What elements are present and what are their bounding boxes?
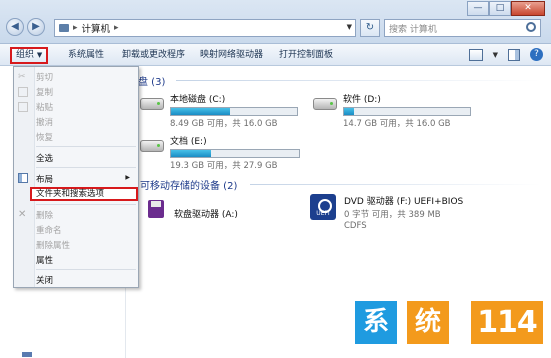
dvd-drive[interactable]: UEFI DVD 驱动器 (F:) UEFI+BIOS 0 字节 可用，共 38… bbox=[310, 194, 463, 231]
menu-item-cut[interactable]: 剪切 bbox=[36, 71, 53, 83]
floppy-drive[interactable]: 软盘驱动器 (A:) bbox=[144, 198, 238, 220]
map-drive-button[interactable]: 映射网络驱动器 bbox=[196, 48, 267, 63]
menu-item-folder-options[interactable]: 文件夹和搜索选项 bbox=[30, 187, 138, 201]
search-icon bbox=[526, 22, 536, 32]
computer-icon bbox=[59, 24, 69, 32]
menu-item-close[interactable]: 关闭 bbox=[36, 274, 53, 286]
hard-drive-icon bbox=[140, 134, 164, 156]
breadcrumb-computer[interactable]: 计算机 bbox=[82, 21, 111, 35]
menu-item-copy[interactable]: 复制 bbox=[36, 86, 53, 98]
drive-info: 19.3 GB 可用，共 27.9 GB bbox=[170, 161, 278, 171]
title-bar: ◀ ▶ — □ ✕ ▸ 计算机 ▸ ▼ ↻ 搜索 计算机 bbox=[0, 0, 551, 44]
search-input[interactable]: 搜索 计算机 bbox=[384, 19, 541, 37]
watermark-tile: 114 bbox=[471, 301, 543, 344]
preview-pane-icon[interactable] bbox=[508, 48, 520, 61]
minimize-button[interactable]: — bbox=[467, 1, 489, 16]
control-panel-button[interactable]: 打开控制面板 bbox=[275, 48, 337, 63]
menu-item-remove-properties[interactable]: 删除属性 bbox=[36, 239, 70, 251]
uninstall-button[interactable]: 卸载或更改程序 bbox=[118, 48, 189, 63]
drive-name: 本地磁盘 (C:) bbox=[170, 95, 226, 105]
drive-name: 软盘驱动器 (A:) bbox=[174, 210, 238, 220]
menu-item-layout[interactable]: 布局 bbox=[36, 173, 53, 185]
search-placeholder: 搜索 计算机 bbox=[389, 24, 437, 35]
drive-filesystem: CDFS bbox=[344, 221, 367, 231]
chevron-down-icon: ▼ bbox=[36, 51, 43, 59]
drive-c[interactable]: 本地磁盘 (C:) 8.49 GB 可用，共 16.0 GB bbox=[140, 92, 298, 129]
menu-separator bbox=[36, 167, 136, 168]
floppy-drive-icon bbox=[144, 198, 168, 220]
chevron-right-icon: ▶ bbox=[125, 174, 130, 181]
section-title-removable: 可移动存储的设备 (2) bbox=[140, 181, 238, 192]
back-button[interactable]: ◀ bbox=[6, 18, 24, 36]
breadcrumb-separator: ▸ bbox=[73, 23, 78, 33]
view-controls: ▼ ? bbox=[468, 48, 543, 61]
drive-info: 8.49 GB 可用，共 16.0 GB bbox=[170, 119, 278, 129]
dvd-drive-icon: UEFI bbox=[310, 194, 338, 222]
drive-usage-bar bbox=[170, 107, 298, 116]
drive-e[interactable]: 文档 (E:) 19.3 GB 可用，共 27.9 GB bbox=[140, 134, 300, 171]
section-divider bbox=[250, 184, 541, 185]
change-view-icon[interactable] bbox=[468, 48, 483, 61]
organize-button[interactable]: 组织 ▼ bbox=[10, 47, 49, 64]
watermark-tile: 统 bbox=[407, 301, 449, 344]
drive-info: 14.7 GB 可用，共 16.0 GB bbox=[343, 119, 451, 129]
menu-separator bbox=[36, 146, 136, 147]
drive-name: 文档 (E:) bbox=[170, 137, 207, 147]
organize-label: 组织 bbox=[16, 50, 35, 60]
drive-name: DVD 驱动器 (F:) UEFI+BIOS bbox=[344, 197, 464, 207]
hard-drive-icon bbox=[313, 92, 337, 114]
hard-drive-icon bbox=[140, 92, 164, 114]
help-icon[interactable]: ? bbox=[530, 48, 543, 61]
menu-item-paste[interactable]: 粘贴 bbox=[36, 101, 53, 113]
menu-separator bbox=[36, 204, 136, 205]
network-icon bbox=[22, 352, 32, 357]
refresh-button[interactable]: ↻ bbox=[360, 19, 380, 37]
section-title-hdd: 盘 (3) bbox=[138, 77, 166, 88]
drive-d[interactable]: 软件 (D:) 14.7 GB 可用，共 16.0 GB bbox=[313, 92, 471, 129]
drive-name: 软件 (D:) bbox=[343, 95, 381, 105]
drive-usage-bar bbox=[343, 107, 471, 116]
address-bar[interactable]: ▸ 计算机 ▸ ▼ bbox=[54, 19, 356, 37]
chevron-down-icon[interactable]: ▼ bbox=[347, 23, 352, 31]
layout-icon bbox=[18, 173, 28, 183]
window-controls: — □ ✕ bbox=[467, 1, 545, 17]
forward-button[interactable]: ▶ bbox=[27, 18, 45, 36]
breadcrumb-separator[interactable]: ▸ bbox=[114, 23, 119, 33]
menu-item-undo[interactable]: 撤消 bbox=[36, 116, 53, 128]
menu-item-select-all[interactable]: 全选 bbox=[36, 152, 53, 164]
delete-icon: ✕ bbox=[18, 209, 27, 220]
cut-icon: ✂ bbox=[18, 72, 26, 82]
menu-item-delete[interactable]: 删除 bbox=[36, 209, 53, 221]
watermark-tile: 系 bbox=[355, 301, 397, 344]
close-button[interactable]: ✕ bbox=[511, 1, 545, 16]
chevron-down-icon[interactable]: ▼ bbox=[493, 51, 498, 59]
paste-icon bbox=[18, 102, 28, 112]
menu-item-redo[interactable]: 恢复 bbox=[36, 131, 53, 143]
system-properties-button[interactable]: 系统属性 bbox=[64, 48, 108, 63]
menu-item-properties[interactable]: 属性 bbox=[36, 254, 53, 266]
maximize-button[interactable]: □ bbox=[489, 1, 511, 16]
menu-item-rename[interactable]: 重命名 bbox=[36, 224, 62, 236]
section-divider bbox=[176, 80, 541, 81]
drive-usage-bar bbox=[170, 149, 300, 158]
command-bar: 组织 ▼ 系统属性 卸载或更改程序 映射网络驱动器 打开控制面板 ▼ ? bbox=[0, 44, 551, 66]
menu-separator bbox=[36, 269, 136, 270]
organize-menu: ✂ 剪切 复制 粘贴 撤消 恢复 全选 布局 ▶ 文件夹和搜索选项 ✕ 删除 重… bbox=[13, 66, 139, 288]
copy-icon bbox=[18, 87, 28, 97]
drive-info: 0 字节 可用，共 389 MB bbox=[344, 210, 441, 220]
